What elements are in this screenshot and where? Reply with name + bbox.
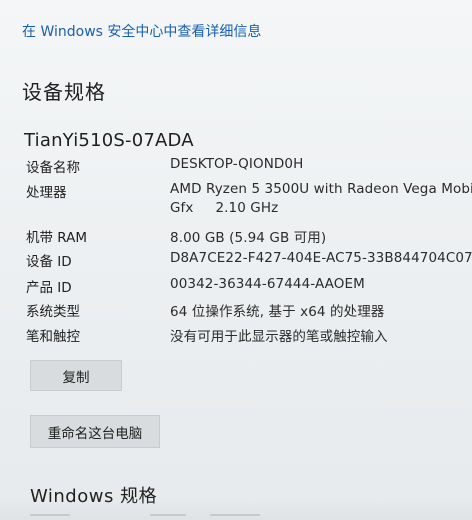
bottom-shadow — [0, 500, 472, 520]
spec-label: 机带 RAM — [26, 230, 88, 246]
device-model-heading: TianYi510S-07ADA — [24, 130, 194, 151]
spec-value: 8.00 GB (5.94 GB 可用) — [170, 230, 327, 246]
spec-label: 设备 ID — [26, 254, 72, 270]
windows-security-link[interactable]: 在 Windows 安全中心中查看详细信息 — [22, 21, 261, 41]
spec-label: 系统类型 — [26, 304, 80, 320]
spec-label: 笔和触控 — [26, 329, 80, 345]
spec-value: 64 位操作系统, 基于 x64 的处理器 — [170, 304, 385, 320]
spec-value: DESKTOP-QIOND0H — [170, 156, 304, 172]
spec-label: 设备名称 — [26, 160, 80, 176]
spec-label: 处理器 — [26, 185, 67, 201]
page-title: 设备规格 — [22, 80, 106, 104]
spec-value: 没有可用于此显示器的笔或触控输入 — [170, 329, 388, 345]
spec-value: 00342-36344-67444-AAOEM — [170, 276, 365, 292]
spec-value: AMD Ryzen 5 3500U with Radeon Vega Mobil… — [170, 181, 472, 197]
spec-value: D8A7CE22-F427-404E-AC75-33B844704C07 — [170, 250, 472, 266]
about-settings-page: 在 Windows 安全中心中查看详细信息 设备规格 TianYi510S-07… — [0, 0, 472, 520]
spec-label: 产品 ID — [26, 280, 72, 296]
spec-value-continued: Gfx 2.10 GHz — [170, 200, 279, 216]
copy-button[interactable]: 复制 — [30, 360, 122, 391]
rename-pc-button[interactable]: 重命名这台电脑 — [30, 415, 160, 448]
